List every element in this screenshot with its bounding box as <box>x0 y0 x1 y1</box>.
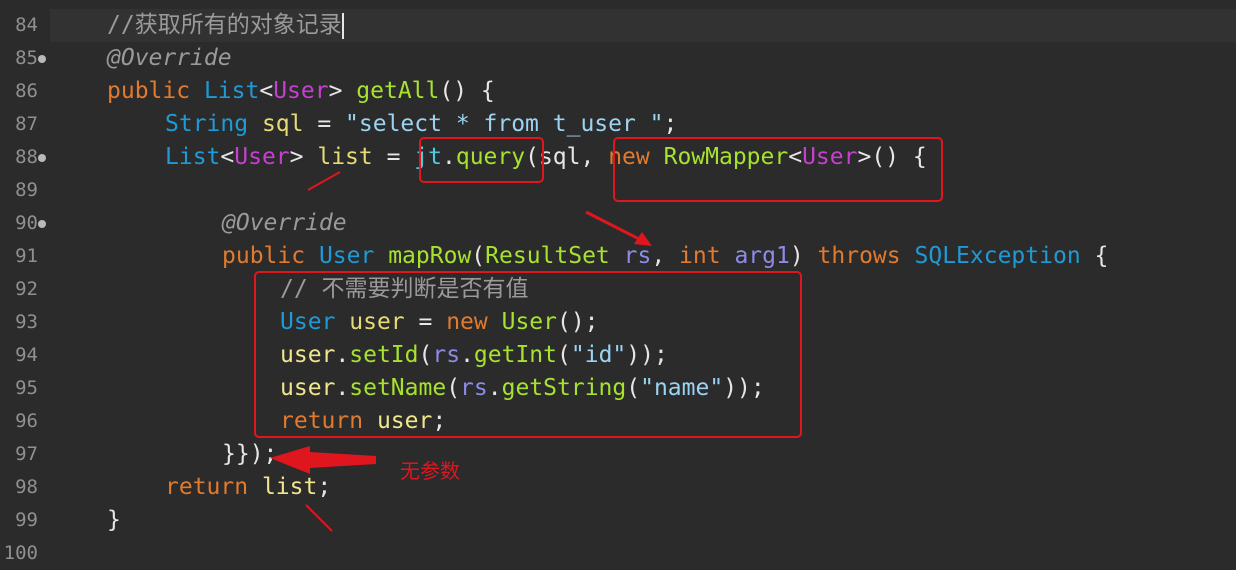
highlight-box-maprow-body <box>254 271 802 438</box>
highlight-box-rowmapper <box>613 137 943 202</box>
arrow-to-closing-brace <box>270 446 376 474</box>
arrow-to-rowmapper <box>585 210 652 246</box>
arrow-line-99 <box>305 504 333 532</box>
highlight-box-jt-query <box>419 137 544 183</box>
arrow-line-88 <box>307 171 341 191</box>
annotation-note: 无参数 <box>400 459 460 483</box>
